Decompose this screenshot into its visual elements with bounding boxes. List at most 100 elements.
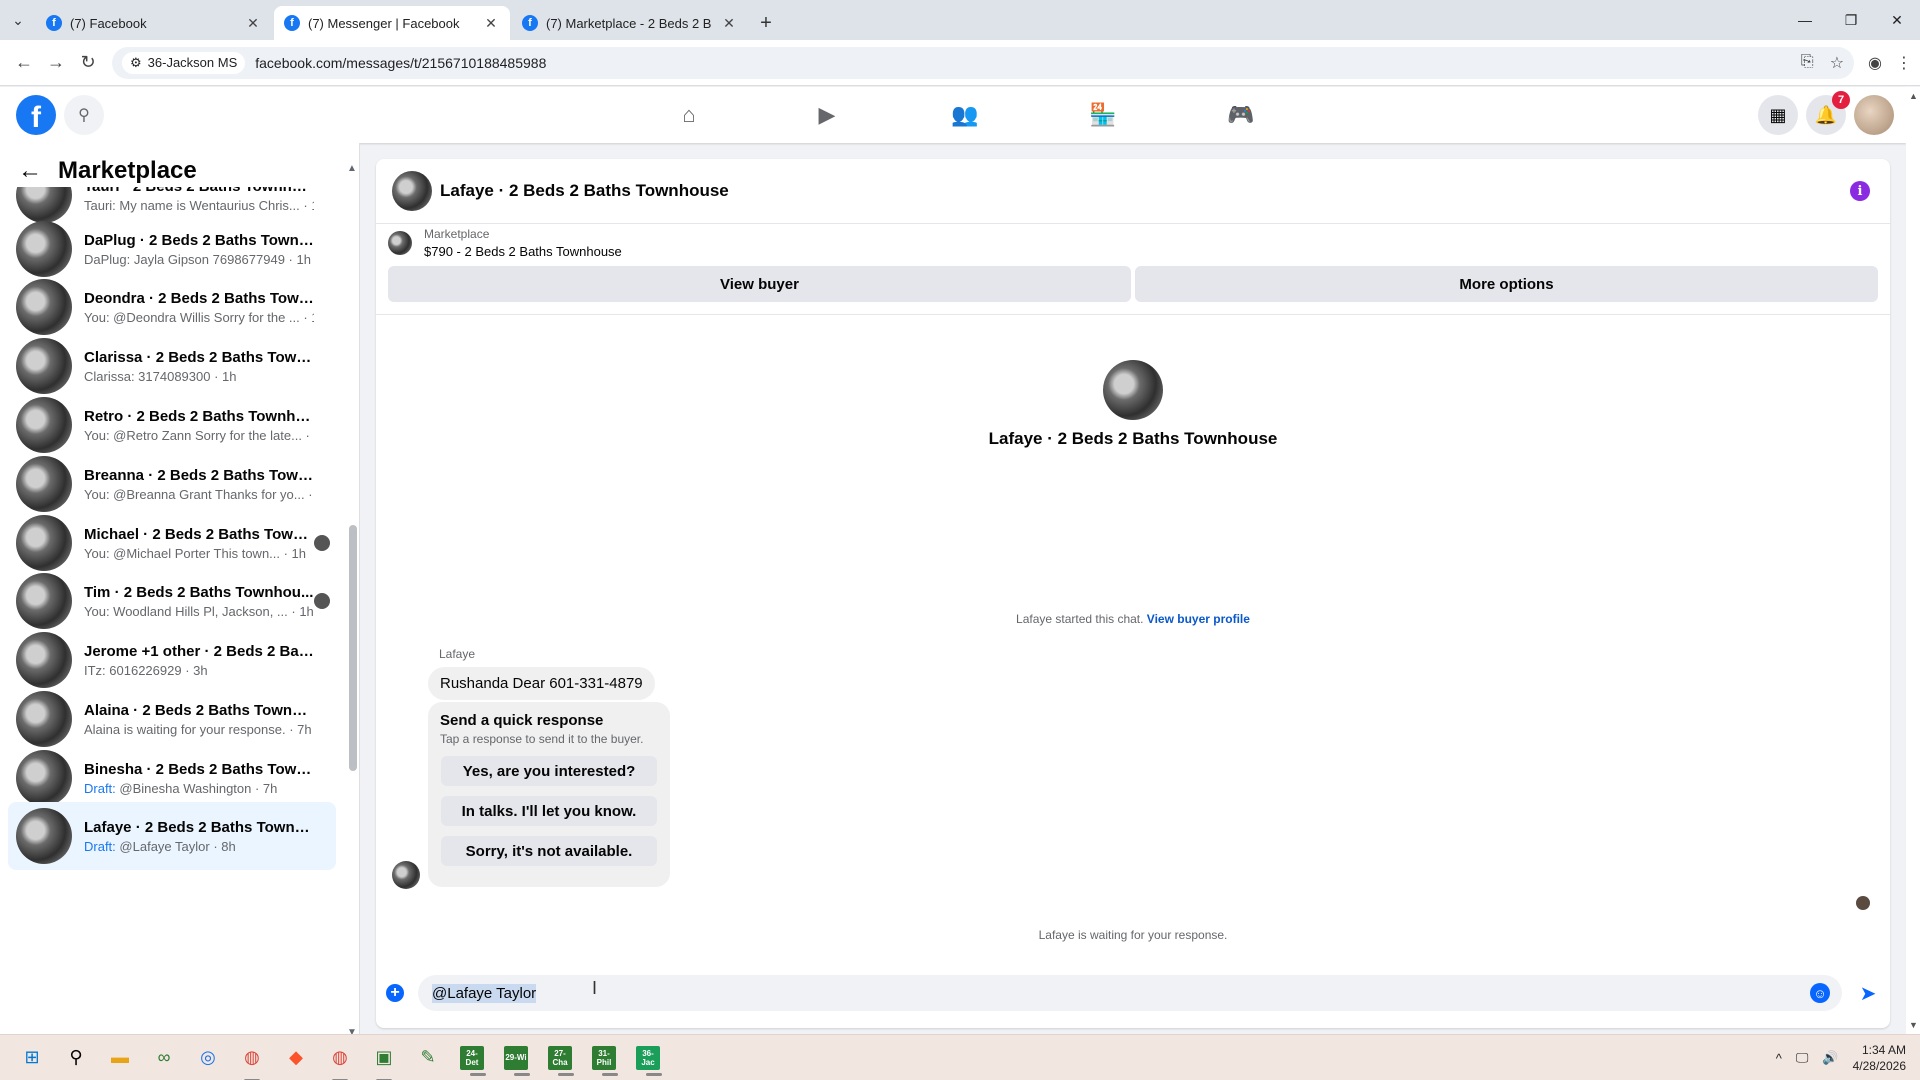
emoji-icon[interactable]: ☺ xyxy=(1810,983,1830,1003)
reload-icon[interactable]: ↻ xyxy=(72,47,104,79)
conversation-thumbnail xyxy=(16,515,72,571)
message-input[interactable]: @Lafaye Taylor ☺ xyxy=(418,975,1842,1011)
quick-response-button[interactable]: Yes, are you interested? xyxy=(441,756,657,786)
gaming-icon[interactable]: 🎮 xyxy=(1172,87,1310,143)
scroll-up-icon[interactable]: ▲ xyxy=(1909,91,1918,101)
app-glasses-icon[interactable]: ∞ xyxy=(146,1040,182,1076)
sidebar-scrollbar[interactable]: ▲ ▼ xyxy=(347,163,357,1038)
new-tab-button[interactable]: + xyxy=(750,6,782,40)
chrome-icon[interactable]: ◍ xyxy=(234,1040,270,1080)
notifications-bell-icon[interactable]: 🔔 7 xyxy=(1806,91,1850,135)
close-icon[interactable]: ✕ xyxy=(244,14,262,32)
back-arrow-icon[interactable]: ← xyxy=(18,157,42,185)
taskbar-app-31-phil[interactable]: 31-Phil xyxy=(592,1045,618,1076)
conversation-row[interactable]: Breanna · 2 Beds 2 Baths Townh... You: @B… xyxy=(8,450,336,518)
account-avatar[interactable] xyxy=(1854,95,1894,135)
chevron-up-icon[interactable]: ^ xyxy=(1776,1051,1782,1066)
conversation-name: Binesha · 2 Beds 2 Baths Townh... xyxy=(84,760,314,778)
profile-app-icon[interactable]: ▣ xyxy=(366,1040,402,1080)
sender-avatar[interactable] xyxy=(392,861,420,889)
forward-arrow-icon[interactable]: → xyxy=(40,47,72,79)
volume-icon[interactable]: 🔊 xyxy=(1822,1050,1838,1066)
browser-tab-facebook[interactable]: f (7) Facebook ✕ xyxy=(36,6,272,40)
profile-icon[interactable]: ◉ xyxy=(1868,53,1882,73)
conversation-thumbnail xyxy=(16,632,72,688)
maps-pin-icon[interactable]: ◎ xyxy=(190,1040,226,1076)
bookmark-star-icon[interactable]: ☆ xyxy=(1830,53,1844,73)
more-options-button[interactable]: More options xyxy=(1135,266,1878,302)
listing-thumbnail xyxy=(388,231,412,255)
video-icon[interactable]: ▶ xyxy=(758,87,896,143)
search-icon[interactable]: ⚲ xyxy=(64,95,104,135)
scroll-up-icon[interactable]: ▲ xyxy=(347,163,357,174)
preview-text: You: Woodland Hills Pl, Jackson, ... · 1… xyxy=(84,603,314,619)
page-scrollbar[interactable]: ▲ ▼ xyxy=(1906,87,1920,1034)
notepad-icon[interactable]: ✎ xyxy=(410,1040,446,1076)
close-window-icon[interactable]: ✕ xyxy=(1874,0,1920,40)
conversation-row[interactable]: Retro · 2 Beds 2 Baths Townhouse You: @Re… xyxy=(8,391,336,459)
taskbar-app-27-cha[interactable]: 27-Cha xyxy=(548,1045,574,1076)
close-icon[interactable]: ✕ xyxy=(720,14,738,32)
conversation-row[interactable]: Alaina · 2 Beds 2 Baths Townhou... Alaina… xyxy=(8,685,336,753)
view-buyer-button[interactable]: View buyer xyxy=(388,266,1131,302)
home-icon[interactable]: ⌂ xyxy=(620,87,758,143)
chat-title[interactable]: Lafaye · 2 Beds 2 Baths Townhouse xyxy=(440,181,729,201)
close-icon[interactable]: ✕ xyxy=(482,14,500,32)
listing-avatar[interactable] xyxy=(392,171,432,211)
conversation-row[interactable]: Jerome +1 other · 2 Beds 2 Bath... ITz: 6… xyxy=(8,626,336,694)
windows-start-icon[interactable]: ⊞ xyxy=(14,1040,50,1076)
install-app-icon[interactable]: ⎘ xyxy=(1801,53,1814,73)
browser-tab-messenger[interactable]: f (7) Messenger | Facebook ✕ xyxy=(274,6,510,40)
conversation-row[interactable]: Tim · 2 Beds 2 Baths Townhou... You: Wood… xyxy=(8,567,336,635)
conversation-thumbnail xyxy=(16,221,72,277)
plus-icon[interactable]: + xyxy=(386,984,404,1002)
taskbar-app-29-wi[interactable]: 29-Wi xyxy=(504,1045,530,1076)
menu-grid-icon[interactable]: ▦ xyxy=(1758,95,1798,135)
back-arrow-icon[interactable]: ← xyxy=(8,47,40,79)
windows-taskbar: ⊞ ⚲ ▬ ∞ ◎ ◍ ◆ ◍ ▣ ✎ 24-Det 29-Wi 27-Cha … xyxy=(0,1034,1920,1080)
chrome-profile-icon[interactable]: ◍ xyxy=(322,1040,358,1080)
info-icon[interactable]: i xyxy=(1850,181,1870,201)
network-icon[interactable]: 🖵 xyxy=(1796,1050,1809,1066)
message-composer: + @Lafaye Taylor ☺ ➤ xyxy=(376,967,1890,1019)
address-bar[interactable]: ⚙ 36-Jackson MS facebook.com/messages/t/… xyxy=(112,46,1855,79)
listing-summary[interactable]: Marketplace $790 - 2 Beds 2 Baths Townho… xyxy=(376,224,1890,262)
listing-label: Marketplace xyxy=(424,227,490,241)
quick-response-button[interactable]: Sorry, it's not available. xyxy=(441,836,657,866)
file-explorer-icon[interactable]: ▬ xyxy=(102,1040,138,1076)
taskbar-app-24-det[interactable]: 24-Det xyxy=(460,1045,486,1076)
scroll-down-icon[interactable]: ▼ xyxy=(1909,1020,1918,1030)
browser-tab-bar: ⌄ f (7) Facebook ✕ f (7) Messenger | Fac… xyxy=(0,0,1920,40)
window-controls: — ❐ ✕ xyxy=(1782,0,1920,40)
restore-icon[interactable]: ❐ xyxy=(1828,0,1874,40)
message-bubble[interactable]: Rushanda Dear 601-331-4879 xyxy=(428,667,655,700)
view-buyer-profile-link[interactable]: View buyer profile xyxy=(1147,612,1250,626)
conversation-name: Tim · 2 Beds 2 Baths Townhou... xyxy=(84,583,314,601)
minimize-icon[interactable]: — xyxy=(1782,0,1828,40)
tab-search-button[interactable]: ⌄ xyxy=(0,0,36,40)
preview-text: You: @Breanna Grant Thanks for yo... · 1… xyxy=(84,486,314,502)
conversation-row[interactable]: Deondra · 2 Beds 2 Baths Townh... You: @D… xyxy=(8,273,336,341)
buyer-avatar[interactable] xyxy=(1103,360,1163,420)
marketplace-store-icon[interactable]: 🏪 xyxy=(1034,87,1172,143)
conversation-row[interactable]: Clarissa · 2 Beds 2 Baths Townho... Clari… xyxy=(8,332,336,400)
menu-kebab-icon[interactable]: ⋮ xyxy=(1896,53,1912,73)
conversation-row[interactable]: Lafaye · 2 Beds 2 Baths Townho... Draft: … xyxy=(8,802,336,870)
clock[interactable]: 1:34 AM 4/28/2026 xyxy=(1853,1042,1906,1074)
preview-text: You: @Michael Porter This town... · 1h xyxy=(84,545,307,561)
send-icon[interactable]: ➤ xyxy=(1856,981,1880,1005)
site-info-chip[interactable]: ⚙ 36-Jackson MS xyxy=(122,51,246,74)
search-icon[interactable]: ⚲ xyxy=(58,1040,94,1076)
quick-response-card: Send a quick response Tap a response to … xyxy=(428,702,670,887)
scrollbar-thumb[interactable] xyxy=(349,525,357,771)
facebook-logo-icon[interactable]: f xyxy=(16,95,56,135)
browser-tab-marketplace[interactable]: f (7) Marketplace - 2 Beds 2 Bath ✕ xyxy=(512,6,748,40)
conversation-name: DaPlug · 2 Beds 2 Baths Townho... xyxy=(84,231,314,249)
url-text[interactable]: facebook.com/messages/t/2156710188485988 xyxy=(255,55,546,71)
friends-icon[interactable]: 👥 xyxy=(896,87,1034,143)
quick-response-button[interactable]: In talks. I'll let you know. xyxy=(441,796,657,826)
conversation-thumbnail xyxy=(16,691,72,747)
seen-avatar xyxy=(314,593,330,609)
brave-icon[interactable]: ◆ xyxy=(278,1040,314,1076)
taskbar-app-36-jac[interactable]: 36-Jac xyxy=(636,1045,662,1076)
